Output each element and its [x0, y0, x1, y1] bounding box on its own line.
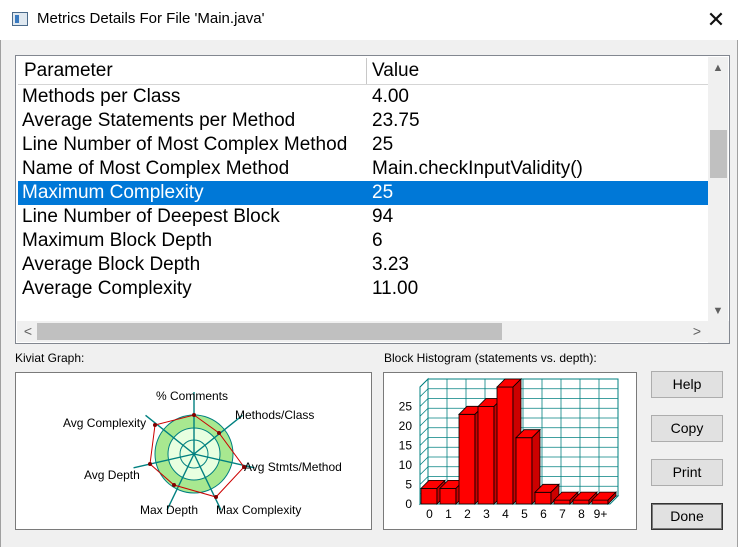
kiviat-value-point: [148, 462, 152, 466]
list-header: Parameter Value: [18, 58, 708, 85]
histogram-bar: [515, 437, 533, 505]
scrollbar-corner: [708, 321, 729, 343]
value-cell: 25: [372, 182, 394, 203]
histogram-bar: [572, 499, 590, 505]
histogram-y-tick-label: 0: [405, 497, 412, 511]
table-row[interactable]: Average Complexity 11.00: [18, 277, 708, 301]
column-header-parameter[interactable]: Parameter: [24, 60, 113, 82]
column-divider[interactable]: [366, 58, 367, 84]
value-cell: 6: [372, 230, 383, 251]
kiviat-graph: % Comments Methods/Class Avg Stmts/Method M…: [63, 389, 342, 517]
parameter-cell: Line Number of Most Complex Method: [22, 134, 348, 155]
kiviat-axis-label: Max Depth: [140, 503, 198, 517]
parameter-cell: Name of Most Complex Method: [22, 158, 290, 179]
histogram-x-tick-label: 5: [521, 507, 528, 521]
histogram-bar: [420, 488, 438, 505]
histogram-x-tick-label: 2: [464, 507, 471, 521]
value-cell: 25: [372, 134, 394, 155]
parameter-cell: Average Complexity: [22, 278, 192, 299]
scroll-left-icon[interactable]: <: [19, 321, 37, 342]
value-cell: 94: [372, 206, 394, 227]
histogram-x-tick-label: 9+: [594, 507, 608, 521]
close-button[interactable]: ✕: [700, 4, 732, 36]
block-histogram: 05101520250 1 2 3 4 5 6 7 8 9+: [399, 377, 620, 521]
table-row[interactable]: Methods per Class 4.00: [18, 85, 708, 109]
parameter-cell: Methods per Class: [22, 86, 181, 107]
histogram-y-tick-label: 10: [399, 458, 413, 472]
histogram-x-tick-label: 0: [426, 507, 433, 521]
horizontal-scroll-thumb[interactable]: [37, 323, 502, 340]
table-row[interactable]: Name of Most Complex Method Main.checkInp…: [18, 157, 708, 181]
vertical-scroll-thumb[interactable]: [710, 130, 727, 178]
parameter-cell: Average Block Depth: [22, 254, 201, 275]
column-header-value[interactable]: Value: [372, 60, 419, 82]
value-cell: Main.checkInputValidity(): [372, 158, 583, 179]
help-button[interactable]: Help: [651, 371, 723, 398]
histogram-y-tick-label: 25: [399, 400, 413, 414]
histogram-x-tick-label: 1: [445, 507, 452, 521]
value-cell: 23.75: [372, 110, 420, 131]
histogram-bar: [458, 413, 476, 505]
done-button[interactable]: Done: [651, 503, 723, 530]
value-cell: 3.23: [372, 254, 409, 275]
parameter-cell: Average Statements per Method: [22, 110, 296, 131]
histogram-bar: [439, 488, 457, 505]
table-row[interactable]: Maximum Block Depth 6: [18, 229, 708, 253]
app-icon: [12, 12, 28, 26]
metrics-list[interactable]: Parameter Value Methods per Class 4.00 Ave…: [15, 55, 730, 344]
histogram-x-tick-label: 3: [483, 507, 490, 521]
histogram-bar: [477, 406, 495, 505]
scroll-right-icon[interactable]: >: [688, 321, 706, 342]
kiviat-graph-panel: % Comments Methods/Class Avg Stmts/Method M…: [15, 372, 372, 530]
parameter-cell: Maximum Block Depth: [22, 230, 213, 251]
histogram-y-tick-label: 20: [399, 419, 413, 433]
histogram-bar: [534, 491, 552, 505]
print-button[interactable]: Print: [651, 459, 723, 486]
histogram-panel: 0 5 10 15 20 25 0 1 2 3 4 5 6 7 8 9+: [383, 372, 637, 530]
horizontal-scrollbar[interactable]: < >: [17, 321, 708, 342]
window-frame-left: [0, 40, 1, 547]
kiviat-axis-label: Max Complexity: [216, 503, 301, 517]
histogram-y-tick-label: 15: [399, 439, 413, 453]
table-row[interactable]: Average Statements per Method 23.75: [18, 109, 708, 133]
kiviat-value-point: [153, 423, 157, 427]
scroll-down-icon[interactable]: ▼: [708, 302, 728, 320]
histogram-x-tick-label: 8: [578, 507, 585, 521]
histogram-x-tick-label: 4: [502, 507, 509, 521]
table-row[interactable]: Maximum Complexity 25: [18, 181, 708, 205]
kiviat-value-point: [242, 465, 246, 469]
value-cell: 4.00: [372, 86, 409, 107]
kiviat-axis-label: Methods/Class: [235, 408, 314, 422]
parameter-cell: Maximum Complexity: [22, 182, 204, 203]
kiviat-value-point: [192, 413, 196, 417]
copy-button[interactable]: Copy: [651, 415, 723, 442]
window-title: Metrics Details For File 'Main.java': [37, 10, 265, 27]
table-row[interactable]: Average Block Depth 3.23: [18, 253, 708, 277]
histogram-bar: [553, 499, 571, 505]
parameter-cell: Line Number of Deepest Block: [22, 206, 280, 227]
histogram-x-tick-label: 7: [559, 507, 566, 521]
kiviat-graph-label: Kiviat Graph:: [15, 351, 85, 365]
kiviat-value-point: [172, 483, 176, 487]
kiviat-axis-label: Avg Stmts/Method: [244, 460, 342, 474]
kiviat-axis-label: Avg Depth: [84, 468, 140, 482]
histogram-y-tick-label: 5: [405, 478, 412, 492]
histogram-bar: [591, 499, 609, 505]
value-cell: 11.00: [372, 278, 419, 299]
histogram-x-tick-label: 6: [540, 507, 547, 521]
table-row[interactable]: Line Number of Deepest Block 94: [18, 205, 708, 229]
kiviat-value-point: [214, 495, 218, 499]
kiviat-value-point: [217, 431, 221, 435]
scroll-up-icon[interactable]: ▲: [708, 59, 728, 77]
table-row[interactable]: Line Number of Most Complex Method 25: [18, 133, 708, 157]
kiviat-axis-label: Avg Complexity: [63, 416, 146, 430]
vertical-scrollbar[interactable]: ▲ ▼: [708, 57, 728, 321]
histogram-bar: [496, 386, 514, 505]
histogram-label: Block Histogram (statements vs. depth):: [384, 351, 597, 365]
title-bar: Metrics Details For File 'Main.java' ✕: [0, 0, 738, 40]
kiviat-axis-label: % Comments: [156, 389, 228, 403]
